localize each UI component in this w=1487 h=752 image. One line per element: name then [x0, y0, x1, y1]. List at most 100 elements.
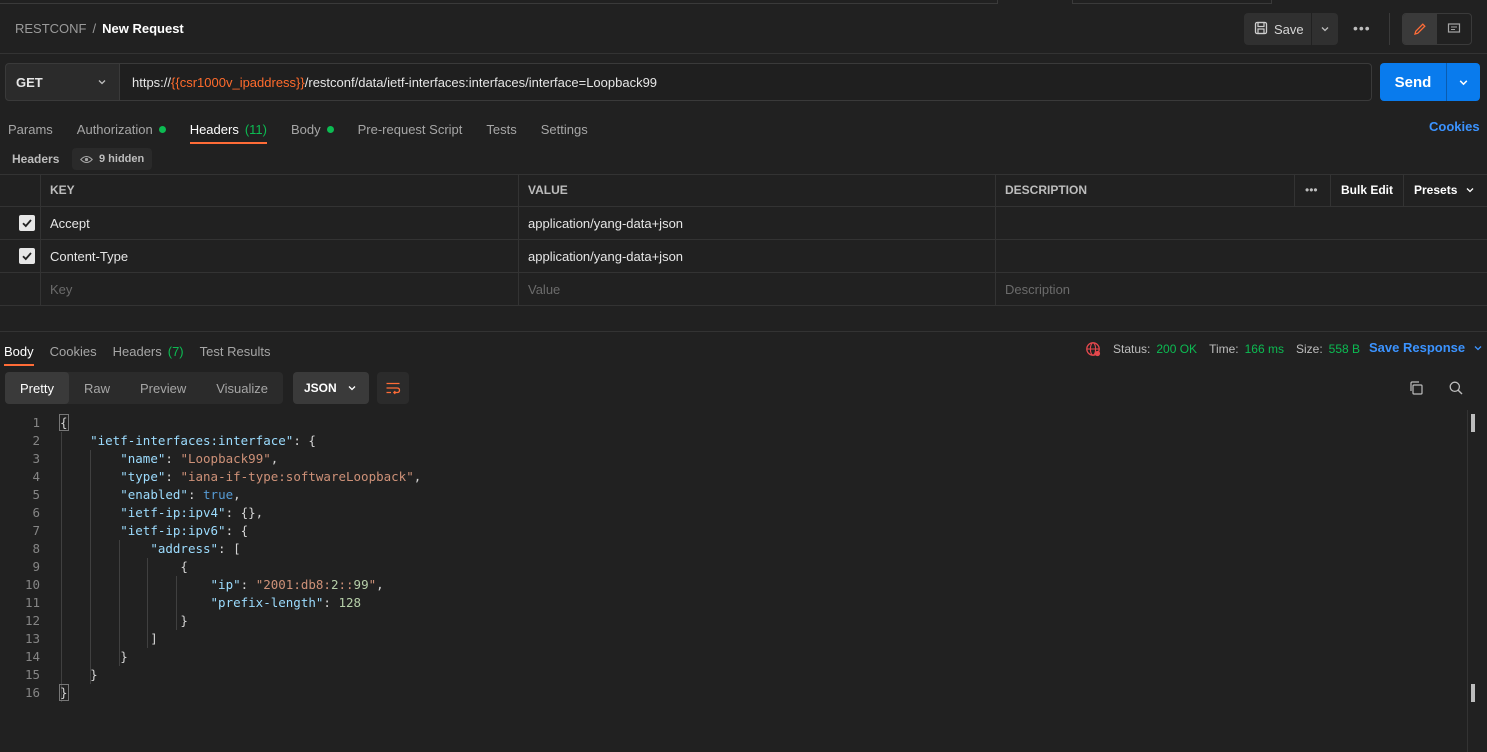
size-value[interactable]: 558 B [1329, 342, 1360, 356]
value-input[interactable]: Value [519, 273, 996, 305]
code-line: 4 "type": "iana-if-type:softwareLoopback… [0, 468, 1460, 486]
presets-dropdown[interactable]: Presets [1404, 174, 1487, 206]
view-mode-tabs: Pretty Raw Preview Visualize [5, 372, 284, 404]
status-dot [326, 125, 334, 133]
tab-label: Test Results [199, 343, 271, 359]
table-header-row: KEY VALUE DESCRIPTION ••• Bulk Edit Pres… [0, 174, 1487, 207]
status-value[interactable]: 200 OK [1156, 342, 1197, 356]
time-value[interactable]: 166 ms [1245, 342, 1284, 356]
check-icon [22, 219, 32, 228]
tab-response-cookies[interactable]: Cookies [50, 340, 97, 362]
tab-settings[interactable]: Settings [541, 118, 588, 140]
view-visualize[interactable]: Visualize [201, 372, 283, 404]
line-number: 13 [24, 631, 40, 646]
save-label: Save [1274, 21, 1304, 37]
url-input[interactable]: https://{{csr1000v_ipaddress}}/restconf/… [119, 63, 1372, 101]
edit-mode-button[interactable] [1403, 14, 1437, 44]
tab-label: Headers [189, 121, 239, 137]
response-tabs: Body Cookies Headers (7) Test Results [4, 340, 286, 366]
save-response-button[interactable]: Save Response [1369, 340, 1483, 355]
code-text: "ietf-ip:ipv4": {}, [120, 505, 264, 520]
tab-body[interactable]: Body [291, 118, 334, 140]
headers-section-title: Headers [12, 152, 60, 166]
tab-response-body[interactable]: Body [4, 340, 34, 366]
tab-count: (11) [244, 121, 267, 137]
breadcrumb-request-name[interactable]: New Request [102, 21, 184, 36]
header-value-cell[interactable]: application/yang-data+json [519, 240, 996, 272]
search-button[interactable] [1448, 380, 1464, 399]
tab-tests[interactable]: Tests [486, 118, 516, 140]
cookies-link[interactable]: Cookies [1429, 119, 1480, 134]
view-raw[interactable]: Raw [69, 372, 125, 404]
view-mode-switch [1402, 13, 1472, 45]
line-number: 4 [32, 469, 40, 484]
editor-scrollbar-track[interactable] [1467, 410, 1468, 752]
copy-button[interactable] [1408, 380, 1424, 399]
bracket-match: { [59, 414, 69, 431]
key-input[interactable]: Key [41, 273, 519, 305]
tab-authorization[interactable]: Authorization [77, 118, 166, 140]
wrap-lines-icon [386, 382, 401, 395]
tab-response-headers[interactable]: Headers (7) [113, 340, 184, 362]
line-number: 2 [32, 433, 40, 448]
response-status: Status: 200 OK Time: 166 ms Size: 558 B [1085, 341, 1360, 357]
row-checkbox[interactable] [19, 215, 35, 231]
column-options-button[interactable]: ••• [1295, 174, 1331, 206]
method-select[interactable]: GET [5, 63, 120, 101]
line-number: 15 [24, 667, 40, 682]
comments-mode-button[interactable] [1437, 14, 1471, 44]
line-number: 16 [24, 685, 40, 700]
more-options-button[interactable]: ••• [1353, 20, 1371, 36]
save-icon [1254, 21, 1268, 38]
send-dropdown-button[interactable] [1447, 63, 1480, 101]
hidden-headers-label: 9 hidden [99, 153, 145, 165]
code-line: 8 "address": [ [0, 540, 1460, 558]
column-header-key: KEY [41, 174, 519, 206]
line-number: 6 [32, 505, 40, 520]
header-description-cell[interactable] [996, 207, 1487, 239]
wrap-lines-button[interactable] [377, 372, 409, 404]
url-path: /restconf/data/ietf-interfaces:interface… [304, 74, 658, 90]
row-checkbox[interactable] [19, 248, 35, 264]
code-text: "enabled": true, [120, 487, 241, 502]
tab-headers[interactable]: Headers (11) [189, 118, 268, 144]
code-line: 14 } [0, 648, 1460, 666]
header-description-cell[interactable] [996, 240, 1487, 272]
copy-icon [1410, 381, 1423, 395]
divider [0, 53, 1487, 54]
format-select[interactable]: JSON [293, 372, 369, 404]
network-globe-icon[interactable] [1085, 341, 1101, 357]
chevron-down-icon [1459, 79, 1468, 85]
size-label: Size: [1295, 342, 1323, 356]
save-dropdown-button[interactable] [1312, 13, 1338, 45]
tab-label: Cookies [49, 343, 97, 359]
tab-pre-request-script[interactable]: Pre-request Script [358, 118, 463, 140]
header-value-cell[interactable]: application/yang-data+json [519, 207, 996, 239]
header-key-cell[interactable]: Accept [41, 207, 519, 239]
presets-label: Presets [1414, 183, 1458, 197]
breadcrumb-collection[interactable]: RESTCONF [15, 21, 87, 36]
tab-test-results[interactable]: Test Results [200, 340, 271, 362]
save-button[interactable]: Save [1244, 13, 1312, 45]
bulk-edit-button[interactable]: Bulk Edit [1331, 174, 1404, 206]
url-variable[interactable]: {{csr1000v_ipaddress}} [171, 75, 305, 90]
hidden-headers-toggle[interactable]: 9 hidden [72, 148, 153, 170]
header-key-cell[interactable]: Content-Type [41, 240, 519, 272]
time-label: Time: [1209, 342, 1239, 356]
view-preview[interactable]: Preview [125, 372, 201, 404]
line-number: 3 [32, 451, 40, 466]
send-button[interactable]: Send [1380, 63, 1447, 101]
code-text: } [60, 613, 188, 628]
code-line: 7 "ietf-ip:ipv6": { [0, 522, 1460, 540]
tab-label: Settings [540, 121, 588, 137]
line-number: 8 [32, 541, 40, 556]
format-value: JSON [304, 381, 337, 395]
save-response-label: Save Response [1369, 340, 1466, 355]
description-input[interactable]: Description [996, 273, 1487, 305]
code-text: } [60, 649, 128, 664]
pencil-icon [1414, 23, 1426, 35]
url-prefix: https:// [132, 74, 172, 90]
line-number: 9 [32, 559, 40, 574]
tab-params[interactable]: Params [8, 118, 53, 140]
view-pretty[interactable]: Pretty [5, 372, 69, 404]
